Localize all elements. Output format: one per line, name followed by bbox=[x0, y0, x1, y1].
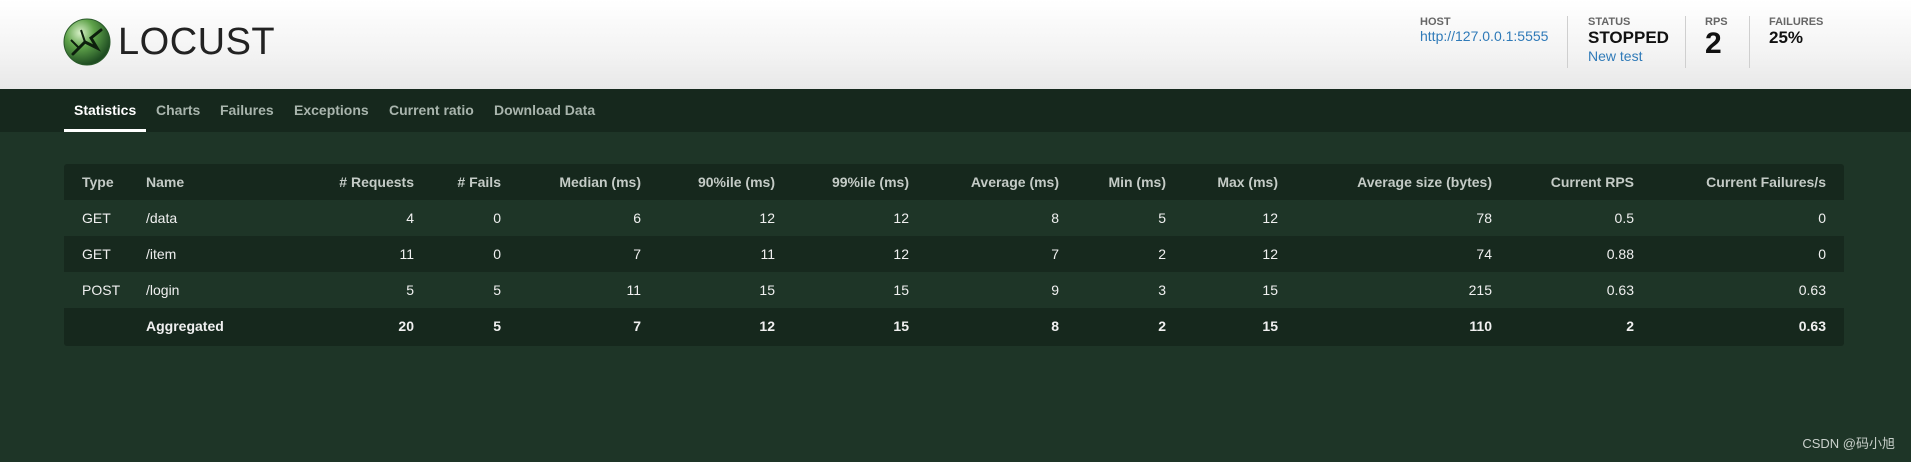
cell-p99: 15 bbox=[775, 272, 909, 308]
aggregated-row: Aggregated 20 5 7 12 15 8 2 15 110 2 0.6… bbox=[64, 308, 1844, 344]
tab-failures[interactable]: Failures bbox=[220, 89, 274, 132]
locust-logo-icon bbox=[63, 18, 111, 66]
cell-average: 7 bbox=[909, 236, 1059, 272]
watermark: CSDN @码小旭 bbox=[1802, 436, 1895, 451]
table-row: POST /login 5 5 11 15 15 9 3 15 215 0.63… bbox=[64, 272, 1844, 308]
cell-min: 3 bbox=[1059, 272, 1166, 308]
cell-average: 8 bbox=[909, 308, 1059, 344]
cell-type: GET bbox=[64, 200, 146, 236]
col-header-name[interactable]: Name bbox=[146, 164, 286, 200]
col-header-average[interactable]: Average (ms) bbox=[909, 164, 1059, 200]
failures-box: FAILURES 25% bbox=[1769, 16, 1823, 48]
cell-current-failures: 0.63 bbox=[1634, 272, 1844, 308]
cell-name: /data bbox=[146, 200, 286, 236]
cell-p90: 12 bbox=[641, 308, 775, 344]
tab-bar: Statistics Charts Failures Exceptions Cu… bbox=[0, 89, 1911, 132]
cell-current-failures: 0 bbox=[1634, 236, 1844, 272]
cell-median: 6 bbox=[501, 200, 641, 236]
cell-p90: 15 bbox=[641, 272, 775, 308]
col-header-fails[interactable]: # Fails bbox=[414, 164, 501, 200]
cell-avg-size: 110 bbox=[1278, 308, 1492, 344]
cell-name: /item bbox=[146, 236, 286, 272]
status-box: STATUS STOPPED New test bbox=[1588, 16, 1669, 65]
header: LOCUST HOST http://127.0.0.1:5555 STATUS… bbox=[0, 0, 1911, 89]
col-header-current-rps[interactable]: Current RPS bbox=[1492, 164, 1634, 200]
cell-max: 15 bbox=[1166, 272, 1278, 308]
cell-current-rps: 2 bbox=[1492, 308, 1634, 344]
col-header-max[interactable]: Max (ms) bbox=[1166, 164, 1278, 200]
cell-max: 12 bbox=[1166, 236, 1278, 272]
tab-statistics[interactable]: Statistics bbox=[63, 89, 147, 132]
col-header-avg-size[interactable]: Average size (bytes) bbox=[1278, 164, 1492, 200]
col-header-p90[interactable]: 90%ile (ms) bbox=[641, 164, 775, 200]
cell-avg-size: 78 bbox=[1278, 200, 1492, 236]
failures-label: FAILURES bbox=[1769, 16, 1824, 28]
cell-current-failures: 0.63 bbox=[1634, 308, 1844, 344]
divider bbox=[1685, 16, 1686, 68]
failures-value: 25% bbox=[1769, 28, 1804, 47]
rps-value: 2 bbox=[1705, 27, 1722, 60]
cell-p90: 11 bbox=[641, 236, 775, 272]
host-link[interactable]: http://127.0.0.1:5555 bbox=[1420, 28, 1548, 45]
tab-current-ratio[interactable]: Current ratio bbox=[389, 89, 474, 132]
cell-type bbox=[64, 308, 146, 344]
col-header-requests[interactable]: # Requests bbox=[286, 164, 414, 200]
status-value: STOPPED bbox=[1588, 28, 1669, 47]
cell-min: 2 bbox=[1059, 308, 1166, 344]
cell-name: /login bbox=[146, 272, 286, 308]
cell-fails: 5 bbox=[414, 272, 501, 308]
cell-average: 9 bbox=[909, 272, 1059, 308]
cell-min: 5 bbox=[1059, 200, 1166, 236]
cell-name: Aggregated bbox=[146, 308, 286, 344]
cell-current-rps: 0.63 bbox=[1492, 272, 1634, 308]
statistics-table: Type Name # Requests # Fails Median (ms)… bbox=[64, 164, 1844, 346]
cell-median: 7 bbox=[501, 236, 641, 272]
cell-fails: 0 bbox=[414, 236, 501, 272]
new-test-link[interactable]: New test bbox=[1588, 48, 1669, 65]
col-header-min[interactable]: Min (ms) bbox=[1059, 164, 1166, 200]
logo-text: LOCUST bbox=[118, 21, 276, 63]
tab-download-data[interactable]: Download Data bbox=[494, 89, 595, 132]
cell-fails: 0 bbox=[414, 200, 501, 236]
col-header-current-failures[interactable]: Current Failures/s bbox=[1634, 164, 1844, 200]
cell-avg-size: 215 bbox=[1278, 272, 1492, 308]
table-header-row: Type Name # Requests # Fails Median (ms)… bbox=[64, 164, 1844, 200]
cell-current-failures: 0 bbox=[1634, 200, 1844, 236]
cell-average: 8 bbox=[909, 200, 1059, 236]
cell-p99: 15 bbox=[775, 308, 909, 344]
cell-requests: 11 bbox=[286, 236, 414, 272]
tab-charts[interactable]: Charts bbox=[156, 89, 200, 132]
cell-fails: 5 bbox=[414, 308, 501, 344]
divider bbox=[1567, 16, 1568, 68]
table-row: GET /item 11 0 7 11 12 7 2 12 74 0.88 0 bbox=[64, 236, 1844, 272]
locust-logo[interactable]: LOCUST bbox=[63, 18, 275, 66]
table-row: GET /data 4 0 6 12 12 8 5 12 78 0.5 0 bbox=[64, 200, 1844, 236]
cell-p99: 12 bbox=[775, 236, 909, 272]
col-header-type[interactable]: Type bbox=[64, 164, 146, 200]
cell-max: 12 bbox=[1166, 200, 1278, 236]
rps-box: RPS 2 bbox=[1705, 16, 1728, 60]
cell-median: 7 bbox=[501, 308, 641, 344]
cell-requests: 4 bbox=[286, 200, 414, 236]
cell-requests: 20 bbox=[286, 308, 414, 344]
cell-current-rps: 0.5 bbox=[1492, 200, 1634, 236]
host-box: HOST http://127.0.0.1:5555 bbox=[1420, 16, 1548, 45]
cell-median: 11 bbox=[501, 272, 641, 308]
divider bbox=[1749, 16, 1750, 68]
cell-type: POST bbox=[64, 272, 146, 308]
host-label: HOST bbox=[1420, 16, 1451, 28]
col-header-median[interactable]: Median (ms) bbox=[501, 164, 641, 200]
cell-min: 2 bbox=[1059, 236, 1166, 272]
cell-type: GET bbox=[64, 236, 146, 272]
cell-avg-size: 74 bbox=[1278, 236, 1492, 272]
cell-max: 15 bbox=[1166, 308, 1278, 344]
cell-requests: 5 bbox=[286, 272, 414, 308]
cell-p99: 12 bbox=[775, 200, 909, 236]
tab-exceptions[interactable]: Exceptions bbox=[294, 89, 369, 132]
status-label: STATUS bbox=[1588, 16, 1631, 28]
cell-p90: 12 bbox=[641, 200, 775, 236]
col-header-p99[interactable]: 99%ile (ms) bbox=[775, 164, 909, 200]
cell-current-rps: 0.88 bbox=[1492, 236, 1634, 272]
